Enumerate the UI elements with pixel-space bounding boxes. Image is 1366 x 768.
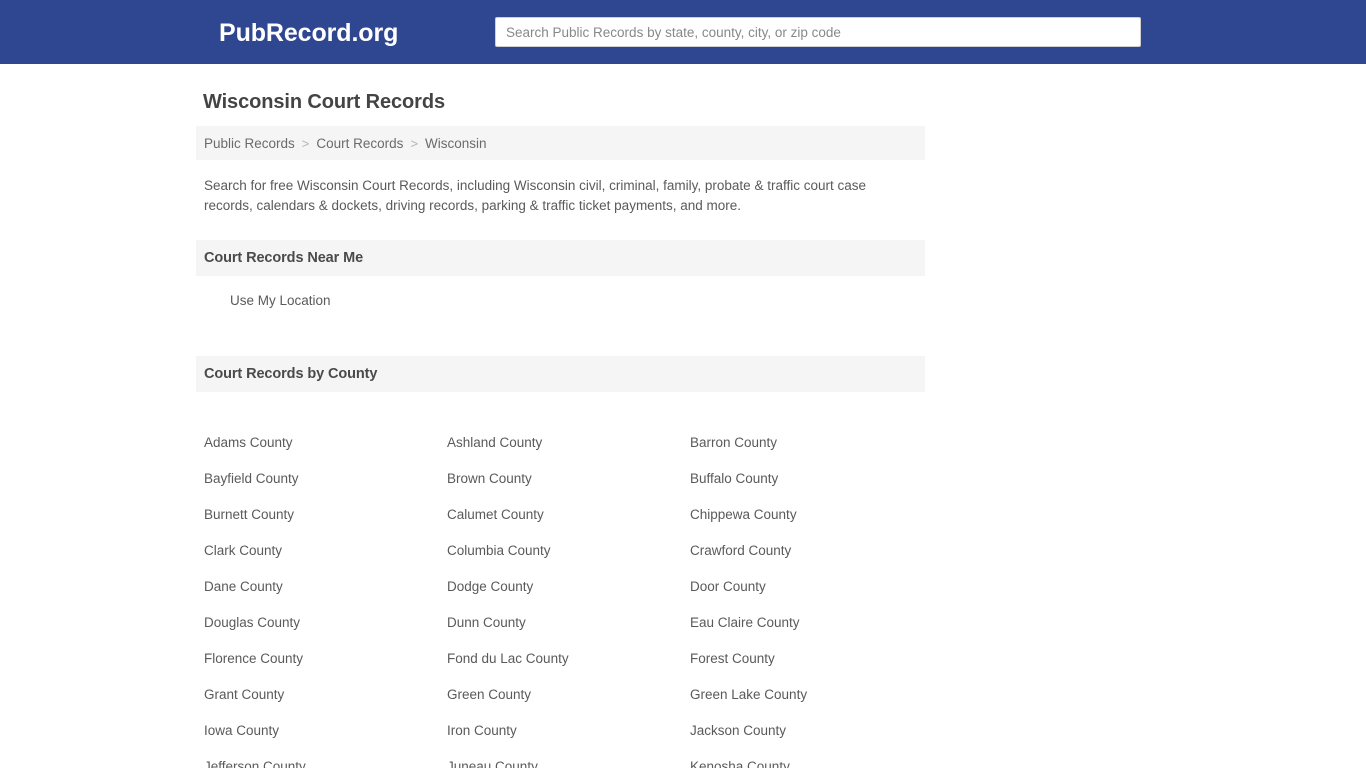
site-header: PubRecord.org	[0, 0, 1366, 64]
county-link[interactable]: Chippewa County	[690, 507, 797, 522]
county-link[interactable]: Clark County	[204, 543, 282, 558]
county-link[interactable]: Florence County	[204, 651, 303, 666]
county-cell: Barron County	[690, 425, 933, 461]
county-cell: Green County	[447, 677, 690, 713]
county-link[interactable]: Ashland County	[447, 435, 542, 450]
county-link[interactable]: Fond du Lac County	[447, 651, 569, 666]
page-title: Wisconsin Court Records	[203, 91, 445, 113]
county-link[interactable]: Dunn County	[447, 615, 526, 630]
county-link[interactable]: Dane County	[204, 579, 283, 594]
county-link[interactable]: Jackson County	[690, 723, 786, 738]
county-cell: Chippewa County	[690, 497, 933, 533]
county-cell: Juneau County	[447, 749, 690, 768]
section-header-court-records-near-me: Court Records Near Me	[196, 240, 925, 276]
section-header-court-records-by-county: Court Records by County	[196, 356, 925, 392]
county-cell: Buffalo County	[690, 461, 933, 497]
county-cell: Dodge County	[447, 569, 690, 605]
county-link[interactable]: Buffalo County	[690, 471, 778, 486]
county-cell: Iowa County	[204, 713, 447, 749]
county-link[interactable]: Juneau County	[447, 759, 538, 768]
county-link[interactable]: Adams County	[204, 435, 293, 450]
county-link[interactable]: Iowa County	[204, 723, 279, 738]
breadcrumb-item-wisconsin: Wisconsin	[425, 135, 487, 151]
breadcrumb: Public Records > Court Records > Wiscons…	[196, 126, 925, 160]
county-cell: Jackson County	[690, 713, 933, 749]
county-grid: Adams County Ashland County Barron County B…	[196, 392, 925, 768]
county-cell: Crawford County	[690, 533, 933, 569]
county-link[interactable]: Kenosha County	[690, 759, 790, 768]
county-cell: Brown County	[447, 461, 690, 497]
main-content: Wisconsin Court Records Public Records >…	[0, 64, 1366, 768]
county-link[interactable]: Door County	[690, 579, 766, 594]
county-cell: Adams County	[204, 425, 447, 461]
county-cell: Grant County	[204, 677, 447, 713]
county-cell: Columbia County	[447, 533, 690, 569]
county-link[interactable]: Eau Claire County	[690, 615, 800, 630]
section-title: Court Records Near Me	[204, 250, 364, 266]
county-link[interactable]: Douglas County	[204, 615, 300, 630]
county-cell: Burnett County	[204, 497, 447, 533]
county-link[interactable]: Bayfield County	[204, 471, 299, 486]
list-item: Use My Location	[196, 290, 925, 312]
county-link[interactable]: Burnett County	[204, 507, 294, 522]
county-link[interactable]: Dodge County	[447, 579, 533, 594]
site-logo[interactable]: PubRecord.org	[219, 21, 398, 46]
county-cell: Ashland County	[447, 425, 690, 461]
county-link[interactable]: Forest County	[690, 651, 775, 666]
county-cell: Florence County	[204, 641, 447, 677]
county-cell: Eau Claire County	[690, 605, 933, 641]
county-link[interactable]: Barron County	[690, 435, 777, 450]
county-cell: Douglas County	[204, 605, 447, 641]
county-link[interactable]: Grant County	[204, 687, 284, 702]
county-link[interactable]: Calumet County	[447, 507, 544, 522]
breadcrumb-separator-icon: >	[301, 135, 310, 151]
search-input[interactable]	[495, 17, 1141, 47]
section-title: Court Records by County	[204, 366, 378, 382]
county-link[interactable]: Green Lake County	[690, 687, 807, 702]
breadcrumb-item-court-records[interactable]: Court Records	[316, 136, 403, 151]
county-cell: Iron County	[447, 713, 690, 749]
county-cell: Dunn County	[447, 605, 690, 641]
county-link[interactable]: Columbia County	[447, 543, 551, 558]
county-link[interactable]: Iron County	[447, 723, 517, 738]
county-cell: Calumet County	[447, 497, 690, 533]
county-cell: Dane County	[204, 569, 447, 605]
county-cell: Door County	[690, 569, 933, 605]
county-cell: Bayfield County	[204, 461, 447, 497]
page-description: Search for free Wisconsin Court Records,…	[204, 178, 866, 213]
county-link[interactable]: Crawford County	[690, 543, 791, 558]
county-cell: Green Lake County	[690, 677, 933, 713]
county-cell: Forest County	[690, 641, 933, 677]
county-cell: Jefferson County	[204, 749, 447, 768]
county-cell: Kenosha County	[690, 749, 933, 768]
county-cell: Fond du Lac County	[447, 641, 690, 677]
breadcrumb-separator-icon: >	[410, 135, 419, 151]
county-link[interactable]: Green County	[447, 687, 531, 702]
county-link[interactable]: Brown County	[447, 471, 532, 486]
near-me-list: Use My Location	[196, 276, 925, 312]
county-link[interactable]: Jefferson County	[204, 759, 306, 768]
content-column: Wisconsin Court Records Public Records >…	[196, 64, 925, 768]
breadcrumb-item-public-records[interactable]: Public Records	[204, 136, 295, 151]
use-my-location-link[interactable]: Use My Location	[230, 293, 331, 308]
search-container	[495, 17, 1141, 47]
county-cell: Clark County	[204, 533, 447, 569]
